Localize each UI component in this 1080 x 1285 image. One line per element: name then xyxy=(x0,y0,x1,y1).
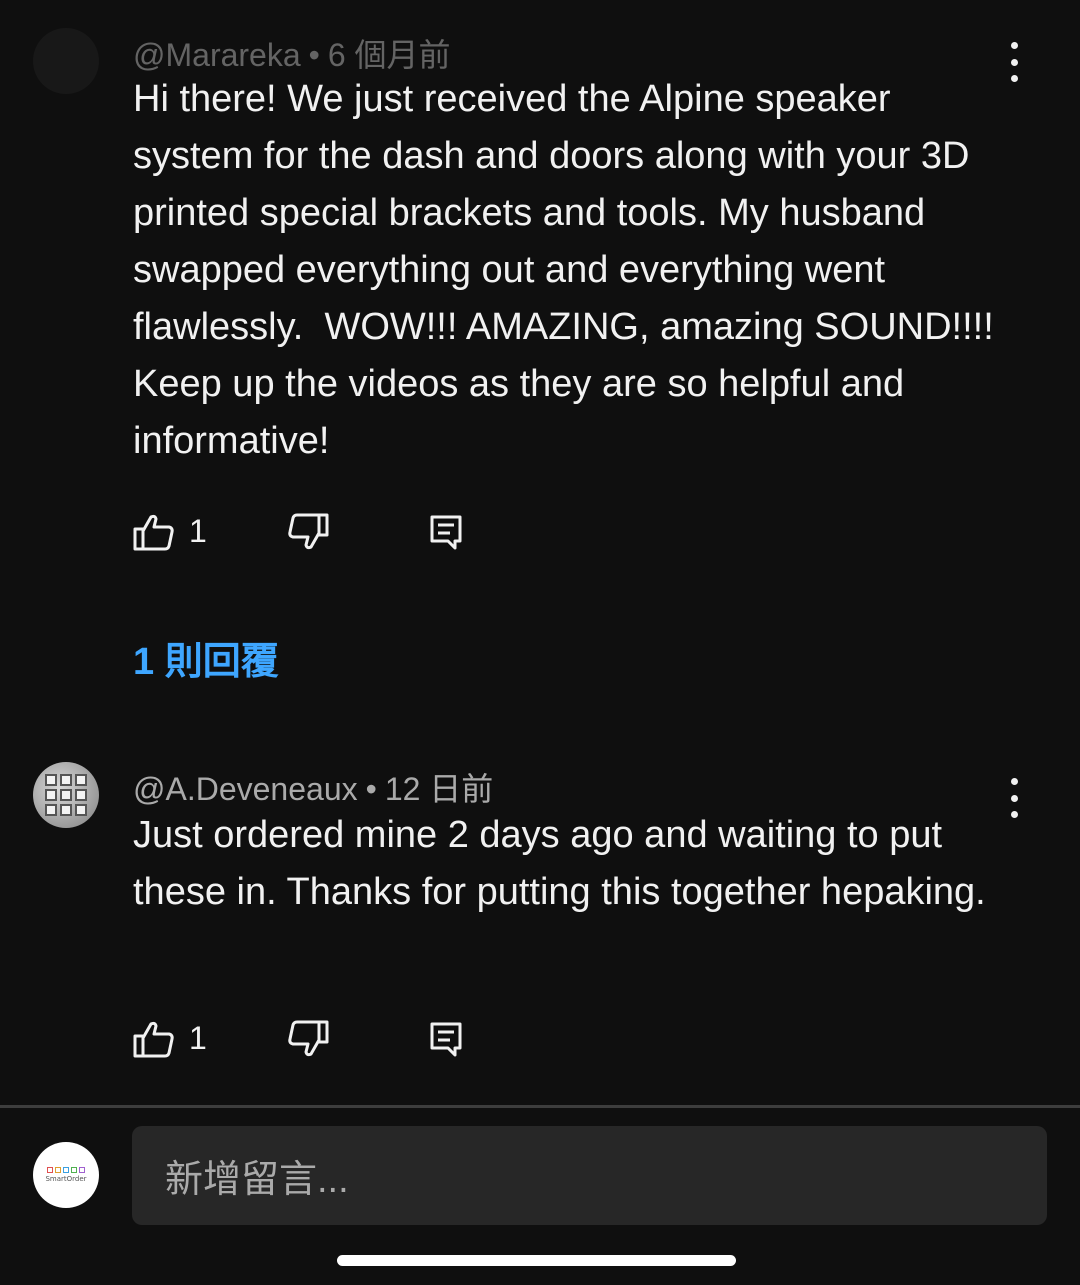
comment-time: 6 個月前 xyxy=(327,37,451,73)
thumb-up-icon[interactable] xyxy=(133,511,175,553)
composer-divider xyxy=(0,1105,1080,1108)
comment-time: 12 日前 xyxy=(384,771,494,807)
comment-author[interactable]: @Marareka xyxy=(133,37,301,73)
comment-meta: @A.Deveneaux • 12 日前 xyxy=(133,764,493,810)
home-indicator[interactable] xyxy=(337,1255,736,1266)
comment-text: Just ordered mine 2 days ago and waiting… xyxy=(133,814,986,913)
comment-author[interactable]: @A.Deveneaux xyxy=(133,771,358,807)
user-avatar[interactable]: SmartOrder xyxy=(33,1142,99,1208)
add-comment-placeholder: 新增留言... xyxy=(165,1159,349,1201)
comment-text: Hi there! We just received the Alpine sp… xyxy=(133,78,1005,462)
comment-item: @A.Deveneaux • 12 日前 Just ordered mine 2 d… xyxy=(0,740,1080,1080)
comment-actions: 1 xyxy=(133,511,533,555)
avatar[interactable] xyxy=(33,762,99,828)
thumb-down-icon[interactable] xyxy=(287,1018,329,1060)
comment-actions: 1 xyxy=(133,1018,533,1062)
comment-item: @Marareka • 6 個月前 Hi there! We just receiv… xyxy=(0,0,1080,700)
add-comment-input[interactable]: 新增留言... xyxy=(132,1126,1047,1225)
like-count: 1 xyxy=(189,1020,207,1056)
avatar-logo-text: SmartOrder xyxy=(45,1175,87,1183)
thumb-up-icon[interactable] xyxy=(133,1018,175,1060)
meta-separator: • xyxy=(308,37,320,73)
reply-comment-icon[interactable] xyxy=(426,1018,468,1060)
like-count: 1 xyxy=(189,513,207,549)
reply-comment-icon[interactable] xyxy=(426,511,468,553)
avatar[interactable] xyxy=(33,28,99,94)
meta-separator: • xyxy=(365,771,377,807)
avatar-logo-icon xyxy=(47,1167,85,1173)
comment-meta: @Marareka • 6 個月前 xyxy=(133,30,451,76)
view-replies-link[interactable]: 1 則回覆 xyxy=(133,630,279,685)
thumb-down-icon[interactable] xyxy=(287,511,329,553)
